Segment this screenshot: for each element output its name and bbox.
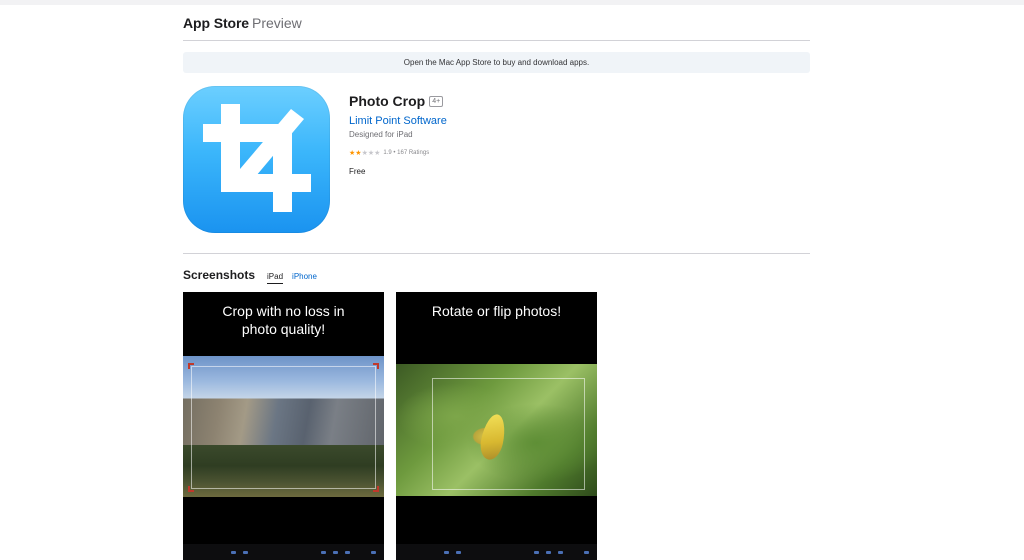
toolbar-icon [321, 551, 326, 554]
rating-text: 1.9 • 167 Ratings [383, 150, 430, 156]
toolbar-icon [371, 551, 376, 554]
crop-corner-handle [188, 363, 194, 369]
crop-corner-handle [373, 363, 379, 369]
preview-label: Preview [252, 15, 302, 31]
tab-ipad[interactable]: iPad [267, 272, 284, 284]
developer-link[interactable]: Limit Point Software [349, 115, 749, 127]
app-info: Photo Crop 4+ Limit Point Software Desig… [349, 93, 749, 176]
price-label: Free [349, 167, 366, 176]
screenshot-caption: Rotate or flip photos! [431, 303, 562, 319]
designed-for-label: Designed for iPad [349, 130, 413, 139]
toolbar-icon [546, 551, 551, 554]
screenshots-title: Screenshots [183, 268, 256, 282]
leaf-photo [396, 364, 597, 496]
crop-glyph-icon [203, 104, 311, 212]
landscape-photo [183, 356, 384, 497]
toolbar-icon [243, 551, 248, 554]
screenshot-1[interactable]: Crop with no loss in photo quality! [183, 292, 384, 560]
app-toolbar [183, 544, 384, 560]
crop-frame [191, 366, 376, 489]
section-divider [183, 253, 810, 254]
crop-icon [183, 86, 330, 233]
screenshot-2[interactable]: Rotate or flip photos! [396, 292, 597, 560]
screenshot-caption: Crop with no loss in photo quality! [222, 303, 345, 337]
toolbar-icon [558, 551, 563, 554]
toolbar-icon [584, 551, 589, 554]
app-title: Photo Crop [349, 93, 426, 109]
toolbar-icon [345, 551, 350, 554]
star-rating-icon: ★★★★★ [349, 150, 381, 157]
page-header: App Store Preview [183, 15, 810, 41]
app-toolbar [396, 544, 597, 560]
toolbar-icon [444, 551, 449, 554]
app-store-brand[interactable]: App Store [183, 15, 249, 31]
toolbar-icon [231, 551, 236, 554]
crop-frame [432, 378, 585, 490]
rating-row: ★★★★★ 1.9 • 167 Ratings [349, 149, 749, 157]
screenshots-header: Screenshots iPad iPhone [183, 268, 317, 284]
crop-corner-handle [373, 486, 379, 492]
tab-iphone[interactable]: iPhone [292, 272, 317, 283]
toolbar-icon [456, 551, 461, 554]
age-rating-badge: 4+ [429, 95, 444, 107]
crop-corner-handle [188, 486, 194, 492]
toolbar-icon [534, 551, 539, 554]
toolbar-icon [333, 551, 338, 554]
top-strip [0, 0, 1024, 5]
mac-app-store-banner: Open the Mac App Store to buy and downlo… [183, 52, 810, 73]
